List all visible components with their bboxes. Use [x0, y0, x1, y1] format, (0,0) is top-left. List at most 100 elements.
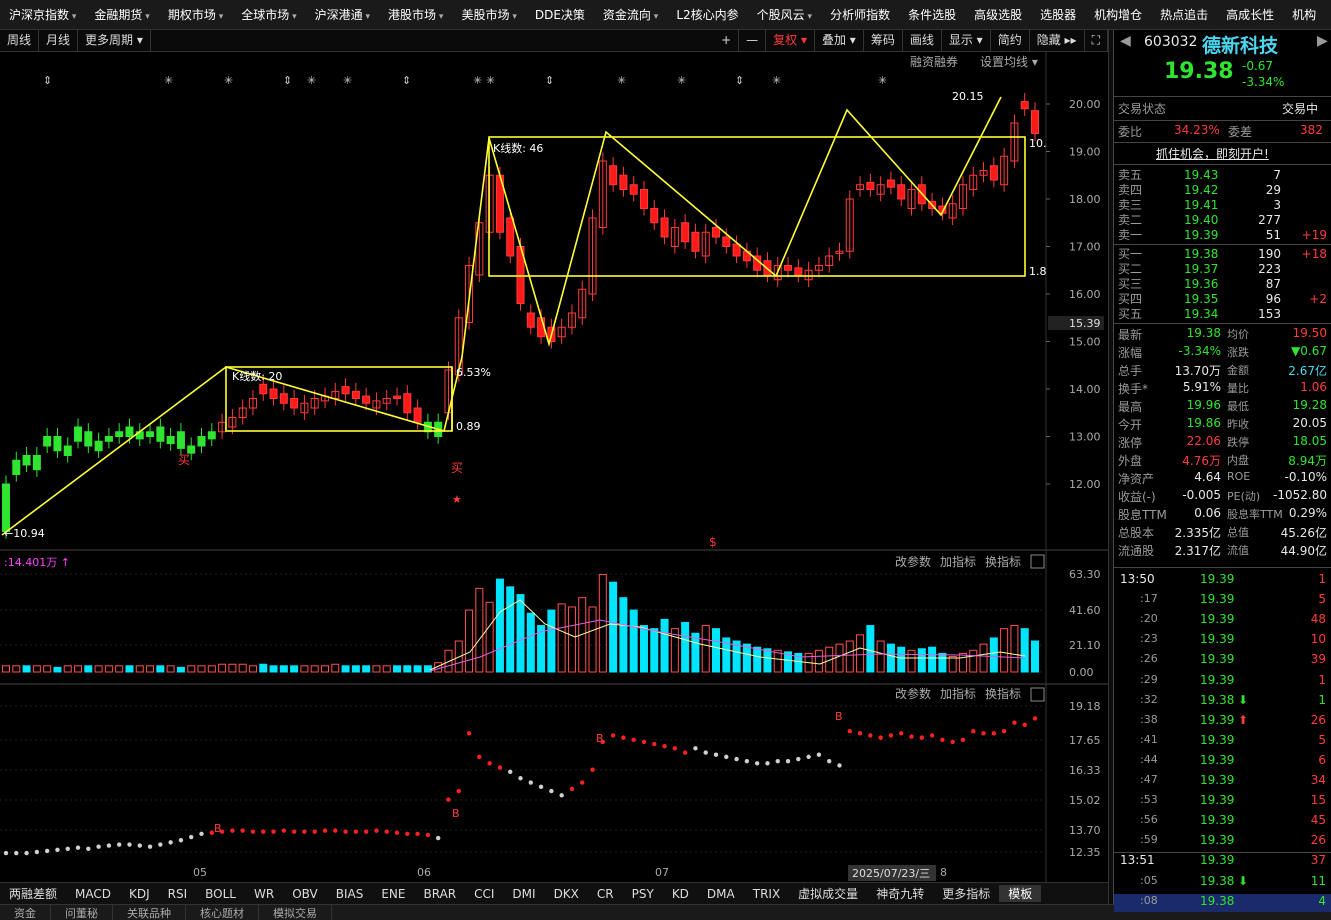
- top-menu-item[interactable]: L2核心内参: [667, 0, 747, 30]
- indicator-tab[interactable]: CCI: [465, 887, 503, 901]
- stat-label: 换手*: [1118, 382, 1149, 396]
- top-menu-item[interactable]: 资金流向: [594, 0, 667, 30]
- zoom-out-button[interactable]: —: [739, 30, 767, 51]
- period-button[interactable]: 更多周期 ▾: [78, 30, 151, 51]
- top-menu-item[interactable]: 分析师指数: [821, 0, 899, 30]
- sar-dot: [106, 843, 112, 848]
- sar-dot: [415, 831, 420, 837]
- top-menu-item[interactable]: 条件选股: [899, 0, 965, 30]
- top-menu-item[interactable]: 港股市场: [379, 0, 452, 30]
- kline-chart-svg[interactable]: 20.00 19.00 18.00 17.00 16.00 15.00 14.00 13.00…: [0, 52, 1108, 882]
- stat-value: 19.50: [1292, 326, 1327, 340]
- ask-level-label: 卖五: [1118, 168, 1143, 182]
- stat-value: 0.29%: [1288, 506, 1327, 520]
- indicator-tab[interactable]: ENE: [372, 887, 414, 901]
- volume-bar: [619, 597, 628, 673]
- top-menu-item[interactable]: 高级选股: [965, 0, 1031, 30]
- sar-dot: [549, 788, 554, 794]
- indicator-tab[interactable]: BIAS: [327, 887, 373, 901]
- indicator-tab[interactable]: DMA: [698, 887, 744, 901]
- tick-price: 19.39: [1200, 732, 1235, 747]
- indicator-tab[interactable]: 模板: [999, 885, 1042, 902]
- volume-bar: [320, 665, 329, 673]
- bid-level-label: 买三: [1118, 277, 1143, 291]
- indicator-tab[interactable]: MACD: [66, 887, 120, 901]
- indicator-tab[interactable]: KD: [663, 887, 698, 901]
- indicator-tab[interactable]: OBV: [283, 887, 327, 901]
- stat-value: 5.91%: [1182, 380, 1221, 394]
- zoom-in-button[interactable]: +: [714, 30, 740, 51]
- volume-bar: [660, 618, 669, 673]
- top-menu-item[interactable]: 个股风云: [748, 0, 821, 30]
- indicator-tab[interactable]: PSY: [623, 887, 663, 901]
- indicator-tab[interactable]: BRAR: [414, 887, 465, 901]
- volume-bar: [269, 665, 278, 673]
- top-menu-item[interactable]: 选股器: [1031, 0, 1085, 30]
- next-stock-icon[interactable]: ▶: [1317, 33, 1328, 49]
- sar-dot: [888, 733, 894, 738]
- indicator-tab[interactable]: BOLL: [196, 887, 245, 901]
- indicator-tab[interactable]: DKX: [545, 887, 588, 901]
- volume-bar: [115, 665, 124, 673]
- top-menu-item[interactable]: 高成长性: [1217, 0, 1283, 30]
- function-tab[interactable]: 关联品种: [113, 904, 186, 920]
- function-tab[interactable]: 资金: [0, 904, 51, 920]
- prev-stock-icon[interactable]: ◀: [1120, 33, 1131, 49]
- price-axis-label: 19.00: [1069, 146, 1101, 159]
- top-menu-item[interactable]: 美股市场: [452, 0, 525, 30]
- volume-bar: [681, 621, 690, 673]
- indicator-action-button[interactable]: 换指标: [985, 686, 1021, 701]
- period-button[interactable]: 月线: [39, 30, 79, 51]
- indicator-tab[interactable]: KDJ: [120, 887, 159, 901]
- volume-bar: [465, 609, 474, 673]
- top-menu-item[interactable]: 沪深京指数: [0, 0, 85, 30]
- indicator-action-button[interactable]: 改参数: [895, 554, 931, 569]
- chart-area[interactable]: 20.00 19.00 18.00 17.00 16.00 15.00 14.00 13.00…: [0, 52, 1108, 882]
- indicator-action-button[interactable]: 加指标: [940, 686, 976, 701]
- top-menu-item[interactable]: 机构增仓: [1085, 0, 1151, 30]
- indicator-tab[interactable]: RSI: [159, 887, 197, 901]
- overlay-button[interactable]: 叠加 ▾: [815, 30, 864, 51]
- chips-button[interactable]: 筹码: [864, 30, 903, 51]
- open-account-link[interactable]: 抓住机会，即刻开户!: [1156, 145, 1269, 162]
- sar-dot: [929, 733, 935, 738]
- tick-row: 13:51 19.39 37: [1114, 853, 1331, 871]
- tick-row: :44 19.39 6: [1114, 753, 1331, 771]
- indicator-tab[interactable]: TRIX: [744, 887, 789, 901]
- indicator-tab[interactable]: 两融差额: [0, 885, 66, 902]
- month-axis-label: 06: [417, 866, 431, 879]
- function-tab[interactable]: 问董秘: [51, 904, 113, 920]
- indicator-tab[interactable]: 更多指标: [933, 885, 999, 902]
- function-tab[interactable]: 核心题材: [186, 904, 259, 920]
- period-button[interactable]: 周线: [0, 30, 40, 51]
- indicator-action-button[interactable]: 加指标: [940, 554, 976, 569]
- top-menu-item[interactable]: 机构: [1283, 0, 1325, 30]
- indicator-action-button[interactable]: 改参数: [895, 686, 931, 701]
- tick-volume: 26: [1310, 833, 1326, 848]
- top-menu-item[interactable]: 热点追击: [1151, 0, 1217, 30]
- top-menu-item[interactable]: 金融期货: [85, 0, 158, 30]
- volume-bar: [248, 665, 257, 673]
- indicator-tab[interactable]: 神奇九转: [867, 885, 933, 902]
- hide-button[interactable]: 隐藏 ▸▸: [1030, 30, 1085, 51]
- top-menu-item[interactable]: 全球市场: [232, 0, 305, 30]
- tick-volume: 37: [1310, 853, 1326, 868]
- display-button[interactable]: 显示 ▾: [942, 30, 991, 51]
- function-tab[interactable]: 模拟交易: [259, 904, 332, 920]
- top-menu-item[interactable]: 沪深港通: [306, 0, 379, 30]
- draw-line-button[interactable]: 画线: [903, 30, 942, 51]
- volume-bar: [650, 628, 659, 673]
- simple-button[interactable]: 简约: [991, 30, 1030, 51]
- top-menu-item[interactable]: DDE决策: [526, 0, 594, 30]
- indicator-tab[interactable]: 虚拟成交量: [789, 885, 867, 902]
- top-menu-item[interactable]: 期权市场: [159, 0, 232, 30]
- rise-pct-label: 6.53%: [456, 366, 491, 379]
- indicator-tab[interactable]: DMI: [503, 887, 544, 901]
- fuquan-button[interactable]: 复权 ▾: [766, 30, 815, 51]
- fullscreen-icon[interactable]: ⛶: [1085, 30, 1108, 51]
- sar-dot: [271, 829, 276, 834]
- bid-volume: 87: [1265, 277, 1281, 291]
- indicator-tab[interactable]: WR: [245, 887, 283, 901]
- indicator-action-button[interactable]: 换指标: [985, 554, 1021, 569]
- indicator-tab[interactable]: CR: [588, 887, 623, 901]
